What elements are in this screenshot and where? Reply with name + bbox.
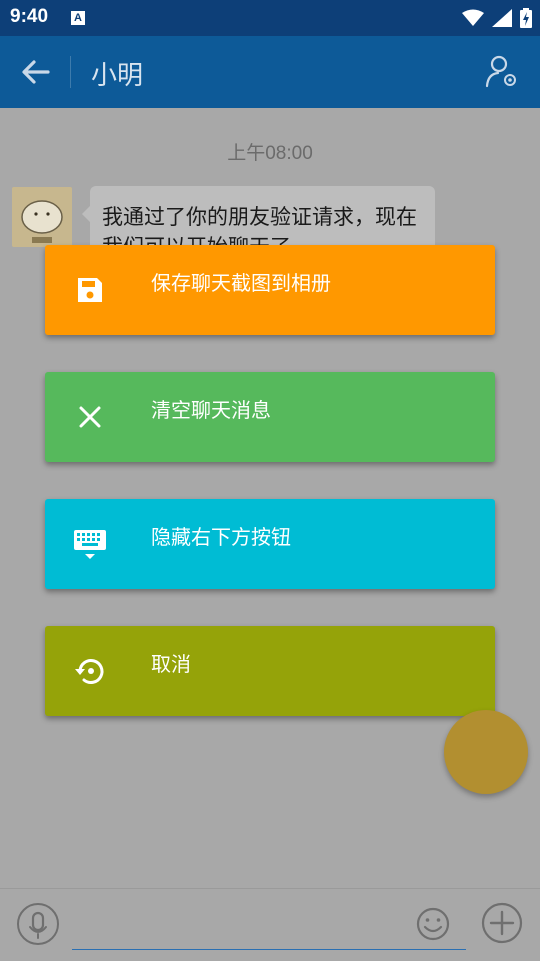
person-settings-icon[interactable] (484, 54, 520, 90)
status-bar: 9:40 A (0, 0, 540, 36)
input-bar (0, 888, 540, 961)
close-icon (79, 406, 101, 428)
hide-button-toggle[interactable]: 隐藏右下方按钮 (45, 499, 495, 589)
floating-action-button[interactable] (444, 710, 528, 794)
keyboard-hide-icon (74, 530, 106, 559)
wifi-icon (462, 9, 484, 26)
battery-charging-icon (520, 8, 532, 28)
hide-button-label: 隐藏右下方按钮 (151, 525, 291, 549)
cancel-label: 取消 (151, 652, 191, 676)
status-time: 9:40 (10, 6, 49, 27)
signal-icon (492, 9, 512, 27)
emoji-icon[interactable] (416, 907, 450, 941)
app-bar: 小明 (0, 36, 540, 108)
microphone-button[interactable] (17, 903, 59, 945)
arrow-left-icon[interactable] (18, 56, 54, 88)
cancel-button[interactable]: 取消 (45, 626, 495, 716)
save-screenshot-label: 保存聊天截图到相册 (151, 271, 331, 295)
bubble-tail (82, 206, 90, 222)
save-screenshot-button[interactable]: 保存聊天截图到相册 (45, 245, 495, 335)
app-bar-divider (70, 56, 71, 88)
save-icon (78, 278, 102, 302)
plus-circle-icon[interactable] (481, 902, 523, 944)
clear-messages-button[interactable]: 清空聊天消息 (45, 372, 495, 462)
clear-messages-label: 清空聊天消息 (151, 398, 271, 422)
system-icons (462, 6, 532, 30)
restore-icon (75, 659, 104, 684)
avatar[interactable] (12, 187, 72, 247)
chat-title: 小明 (91, 61, 144, 91)
notification-a-icon: A (71, 11, 85, 25)
microphone-icon (29, 911, 47, 939)
message-input[interactable] (72, 903, 466, 950)
avatar-image (12, 187, 72, 247)
message-timestamp: 上午08:00 (227, 143, 313, 164)
